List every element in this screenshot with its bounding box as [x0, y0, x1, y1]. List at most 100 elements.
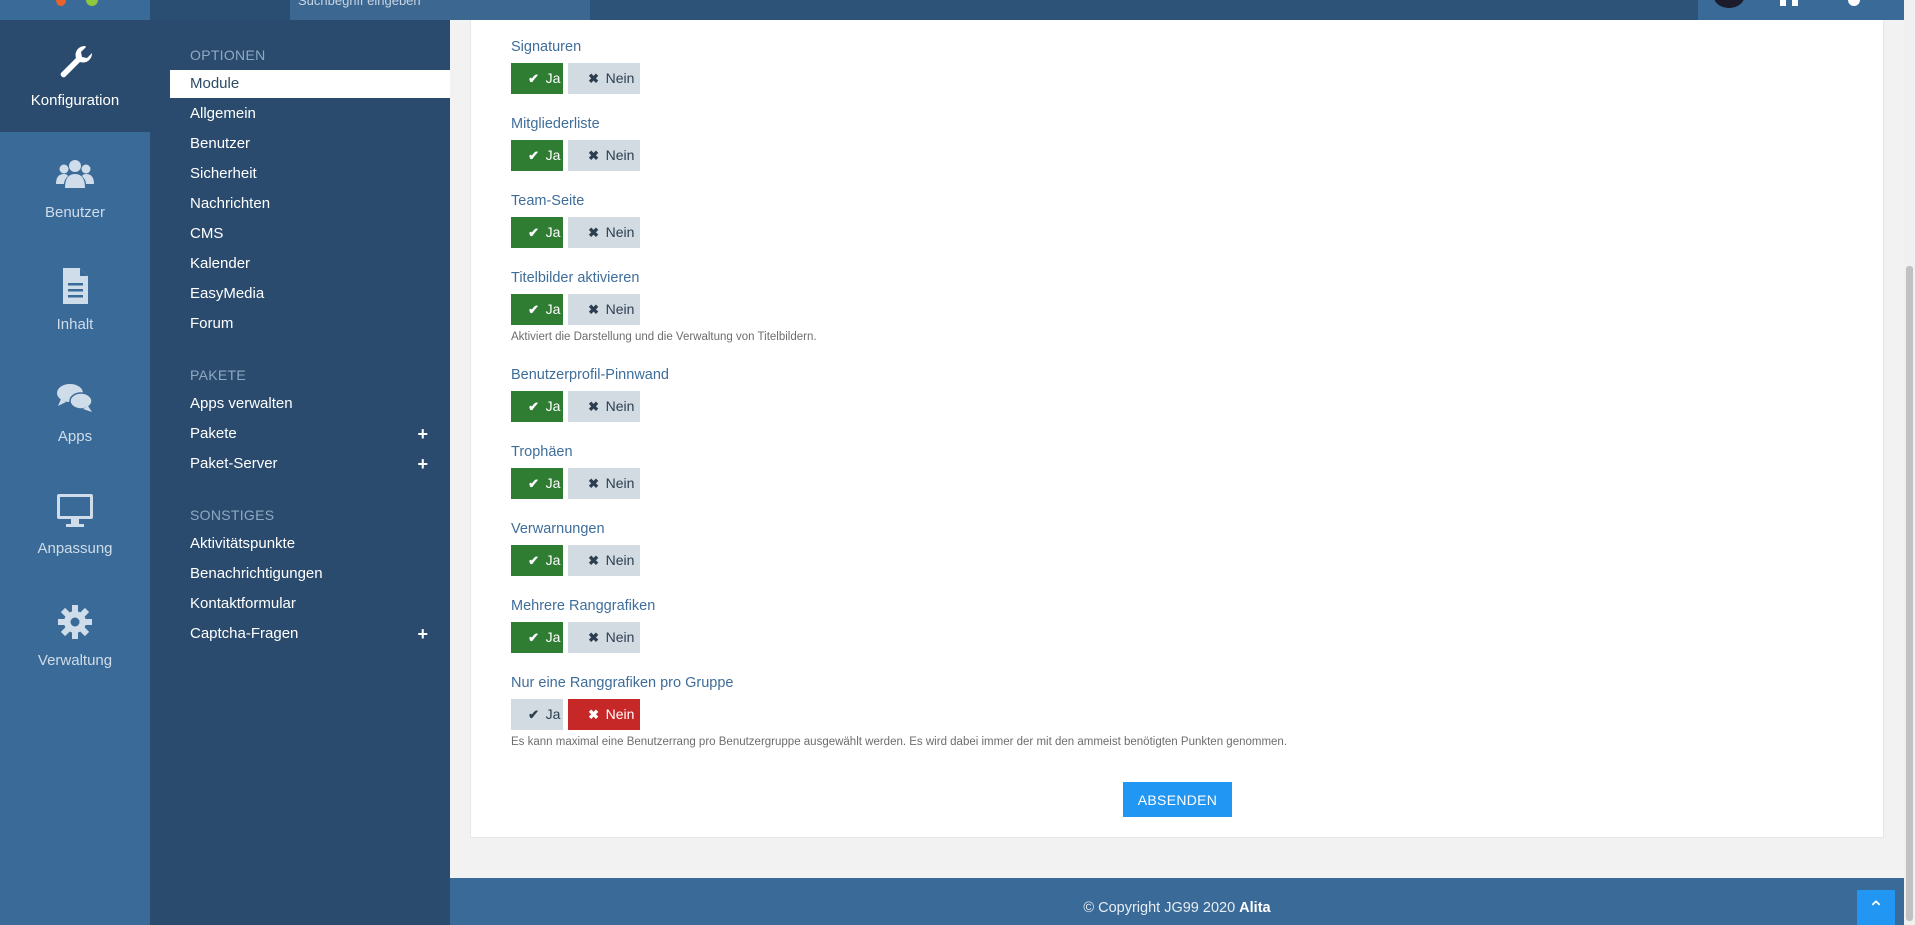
ja-button[interactable]: ✔ Ja	[511, 140, 563, 171]
plus-icon[interactable]: +	[417, 450, 428, 478]
ja-button[interactable]: ✔ Ja	[511, 391, 563, 422]
ja-button[interactable]: ✔ Ja	[511, 468, 563, 499]
button-label: Nein	[605, 147, 635, 163]
button-label: Nein	[605, 301, 635, 317]
nav-item-label: Verwaltung	[37, 652, 113, 669]
gear-icon	[58, 605, 92, 639]
search-scope[interactable]	[150, 0, 290, 20]
check-icon: ✔	[528, 707, 540, 722]
cross-icon: ✖	[588, 225, 600, 240]
nav-item-inhalt[interactable]: Inhalt	[0, 244, 150, 356]
option-label: Titelbilder aktivieren	[511, 270, 640, 286]
sub-nav-item-benutzer[interactable]: Benutzer	[170, 130, 450, 158]
ja-button[interactable]: ✔ Ja	[511, 622, 563, 653]
ja-button[interactable]: ✔ Ja	[511, 294, 563, 325]
nav-item-label: Konfiguration	[30, 92, 120, 109]
footer: © Copyright JG99 2020 Alita ⌃	[450, 878, 1904, 925]
ja-button[interactable]: ✔ Ja	[511, 699, 563, 730]
nav-item-anpassung[interactable]: Anpassung	[0, 468, 150, 580]
brand-link[interactable]: Alita	[1239, 900, 1270, 916]
plus-icon[interactable]: +	[417, 420, 428, 448]
scrollbar[interactable]	[1904, 0, 1915, 925]
help-text: Aktiviert die Darstellung und die Verwal…	[511, 331, 817, 343]
apps-icon[interactable]	[1780, 0, 1798, 6]
button-label: Ja	[545, 629, 561, 645]
option-label: Mehrere Ranggrafiken	[511, 598, 656, 614]
nein-button[interactable]: ✖ Nein	[568, 545, 640, 576]
sub-nav-item-benachrichtigungen[interactable]: Benachrichtigungen	[170, 560, 450, 588]
button-label: Ja	[545, 398, 561, 414]
nein-button[interactable]: ✖ Nein	[568, 217, 640, 248]
nein-button[interactable]: ✖ Nein	[568, 622, 640, 653]
nein-button[interactable]: ✖ Nein	[568, 294, 640, 325]
sub-nav-item-apps-verwalten[interactable]: Apps verwalten	[170, 390, 450, 418]
logo-icon-secondary	[86, 0, 98, 6]
cross-icon: ✖	[588, 707, 600, 722]
copyright: © Copyright JG99 2020 Alita	[450, 900, 1904, 916]
nein-button[interactable]: ✖ Nein	[568, 63, 640, 94]
sub-nav-item-forum[interactable]: Forum	[170, 310, 450, 338]
sub-nav-item-label: Paket-Server	[190, 455, 278, 472]
nav-item-label: Inhalt	[56, 316, 94, 333]
option-label: Trophäen	[511, 444, 573, 460]
cross-icon: ✖	[588, 630, 600, 645]
nav-item-konfiguration[interactable]: Konfiguration	[0, 20, 150, 132]
button-label: Ja	[545, 475, 561, 491]
option-label: Verwarnungen	[511, 521, 605, 537]
ja-button[interactable]: ✔ Ja	[511, 217, 563, 248]
sub-nav-item-kalender[interactable]: Kalender	[170, 250, 450, 278]
ja-button[interactable]: ✔ Ja	[511, 545, 563, 576]
section-heading-pakete: PAKETE	[190, 367, 247, 383]
plus-icon[interactable]: +	[417, 620, 428, 648]
logo-area[interactable]	[0, 0, 150, 20]
sub-nav-item-easymedia[interactable]: EasyMedia	[170, 280, 450, 308]
sub-nav-item-captcha-fragen[interactable]: Captcha-Fragen +	[170, 620, 450, 648]
sub-nav-item-paket-server[interactable]: Paket-Server +	[170, 450, 450, 478]
top-bar: Suchbegriff eingeben	[0, 0, 1904, 20]
nav-item-verwaltung[interactable]: Verwaltung	[0, 580, 150, 692]
check-icon: ✔	[528, 148, 540, 163]
scroll-to-top-button[interactable]: ⌃	[1857, 890, 1895, 925]
button-label: Nein	[605, 706, 635, 722]
sub-nav-item-kontaktformular[interactable]: Kontaktformular	[170, 590, 450, 618]
sub-nav-item-aktivitaetspunkte[interactable]: Aktivitätspunkte	[170, 530, 450, 558]
sub-nav-item-module[interactable]: Module	[170, 70, 450, 98]
button-label: Nein	[605, 552, 635, 568]
copyright-text: © Copyright JG99 2020	[1083, 900, 1236, 916]
sub-nav-item-label: Pakete	[190, 425, 237, 442]
scrollbar-thumb[interactable]	[1906, 266, 1913, 921]
nav-item-label: Benutzer	[44, 204, 106, 221]
nein-button[interactable]: ✖ Nein	[568, 140, 640, 171]
sub-nav-item-sicherheit[interactable]: Sicherheit	[170, 160, 450, 188]
submit-button[interactable]: ABSENDEN	[1123, 782, 1232, 817]
nein-button[interactable]: ✖ Nein	[568, 391, 640, 422]
button-label: Ja	[545, 224, 561, 240]
section-heading-optionen: OPTIONEN	[190, 47, 266, 63]
cross-icon: ✖	[588, 302, 600, 317]
nav-item-label: Apps	[57, 428, 93, 445]
sub-nav-item-cms[interactable]: CMS	[170, 220, 450, 248]
button-label: Nein	[605, 629, 635, 645]
sub-nav-item-allgemein[interactable]: Allgemein	[170, 100, 450, 128]
check-icon: ✔	[528, 225, 540, 240]
ja-button[interactable]: ✔ Ja	[511, 63, 563, 94]
button-label: Nein	[605, 398, 635, 414]
check-icon: ✔	[528, 302, 540, 317]
nav-item-benutzer[interactable]: Benutzer	[0, 132, 150, 244]
nav-item-apps[interactable]: Apps	[0, 356, 150, 468]
button-label: Nein	[605, 475, 635, 491]
nein-button[interactable]: ✖ Nein	[568, 468, 640, 499]
nein-button[interactable]: ✖ Nein	[568, 699, 640, 730]
sub-nav-item-nachrichten[interactable]: Nachrichten	[170, 190, 450, 218]
help-text: Es kann maximal eine Benutzerrang pro Be…	[511, 736, 1288, 748]
search-input[interactable]: Suchbegriff eingeben	[290, 0, 590, 20]
option-label: Nur eine Ranggrafiken pro Gruppe	[511, 675, 734, 691]
cross-icon: ✖	[588, 553, 600, 568]
option-label: Benutzerprofil-Pinnwand	[511, 367, 669, 383]
main-content: Signaturen ✔ Ja ✖ Nein Mitgliederliste ✔ Ja…	[450, 20, 1904, 878]
check-icon: ✔	[528, 399, 540, 414]
sub-nav-item-pakete[interactable]: Pakete +	[170, 420, 450, 448]
monitor-icon	[57, 494, 93, 527]
cross-icon: ✖	[588, 399, 600, 414]
cross-icon: ✖	[588, 476, 600, 491]
